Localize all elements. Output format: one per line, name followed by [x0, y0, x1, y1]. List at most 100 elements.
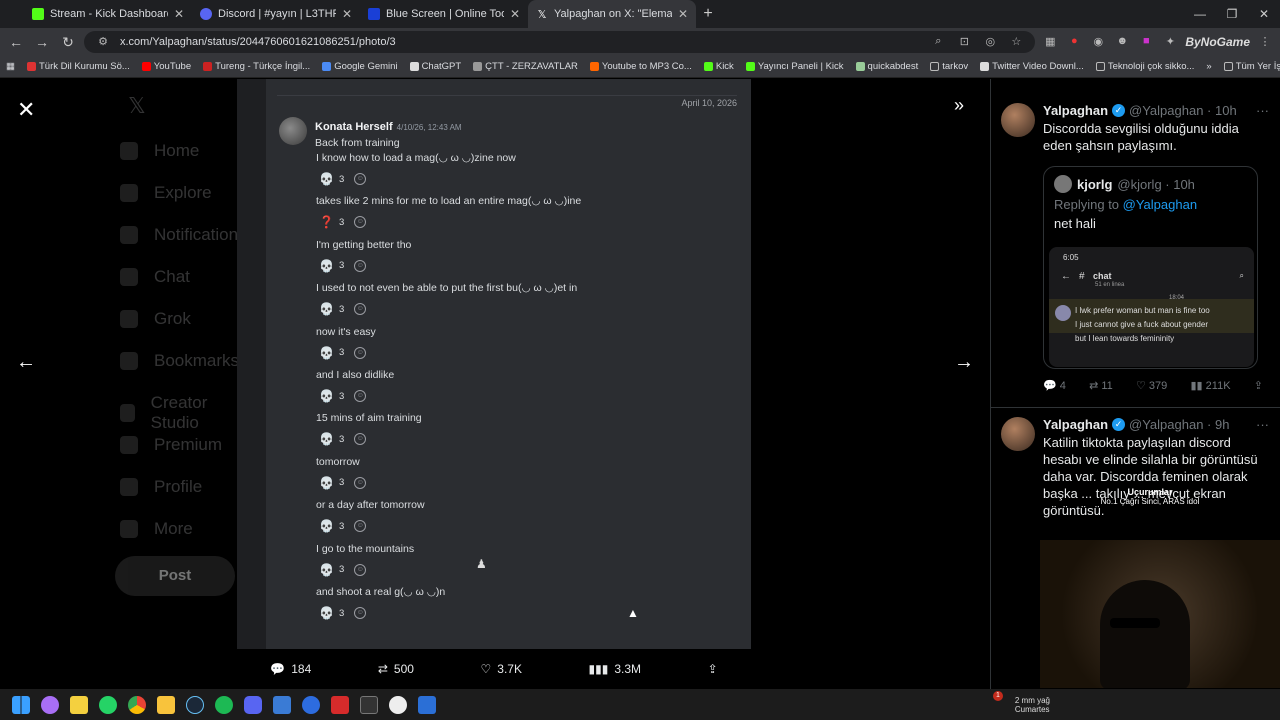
previous-photo-icon[interactable]: ← [16, 351, 36, 374]
more-options-icon[interactable]: ··· [1256, 103, 1269, 118]
reload-icon[interactable]: ↻ [58, 34, 78, 51]
vpn-icon[interactable] [302, 695, 320, 714]
back-icon[interactable]: ← [6, 34, 26, 50]
add-reaction-icon[interactable]: ☺ [354, 173, 367, 185]
bookmark-item[interactable]: ÇTT - ZERZAVATLAR [473, 61, 578, 72]
url-field[interactable]: ⚙ x.com/Yalpaghan/status/204476060162108… [84, 31, 1036, 53]
reaction-chip[interactable]: ❓ 3 [319, 215, 344, 229]
reply-button[interactable]: 💬 4 [1043, 379, 1066, 392]
reaction-chip[interactable]: 💀 3 [319, 606, 344, 620]
apps-grid-icon[interactable]: ▦ [6, 61, 15, 72]
bookmark-item[interactable]: Twitter Video Downl... [980, 61, 1084, 72]
bookmark-item[interactable]: YouTube [141, 61, 191, 72]
reaction-chip[interactable]: 💀 3 [319, 389, 344, 403]
bookmark-folder[interactable]: Teknoloji çok sikko... [1095, 61, 1194, 72]
copilot-icon[interactable] [41, 695, 59, 714]
author-name[interactable]: Yalpaghan [1043, 103, 1108, 118]
next-photo-icon[interactable]: → [954, 351, 974, 374]
extension-audio-icon[interactable]: ◉ [1089, 35, 1107, 49]
add-reaction-icon[interactable]: ☺ [354, 303, 367, 316]
bookmark-item[interactable]: Türk Dil Kurumu Sö... [26, 61, 130, 72]
close-tab-icon[interactable]: ✕ [342, 7, 352, 21]
more-options-icon[interactable]: ··· [1256, 417, 1269, 432]
add-reaction-icon[interactable]: ☺ [354, 476, 367, 489]
terminal-icon[interactable] [360, 695, 378, 714]
tab-kick-dashboard[interactable]: Stream - Kick Dashboard ✕ [24, 0, 192, 28]
add-reaction-icon[interactable]: ☺ [354, 520, 367, 533]
windows-start-icon[interactable] [12, 695, 30, 714]
github-icon[interactable] [389, 695, 407, 714]
app-window-icon[interactable] [418, 695, 436, 714]
extension-mask-icon[interactable]: ☻ [1113, 35, 1131, 49]
reply-button[interactable]: 💬 184 [270, 662, 311, 676]
app-icon[interactable] [273, 695, 291, 714]
share-button[interactable]: ⇪ [708, 662, 718, 676]
tab-discord[interactable]: Discord | #yayın | L3THROPOLIS ✕ [192, 0, 360, 28]
extension-purple-icon[interactable]: ■ [1137, 35, 1155, 49]
collapse-sidebar-icon[interactable]: » [954, 95, 964, 116]
bookmark-item[interactable]: Google Gemini [322, 61, 398, 72]
reaction-chip[interactable]: 💀 3 [319, 172, 344, 186]
replying-handle[interactable]: @Yalpaghan [1123, 197, 1197, 212]
add-reaction-icon[interactable]: ☺ [354, 607, 367, 619]
like-button[interactable]: ♡ 379 [1136, 379, 1167, 392]
add-reaction-icon[interactable]: ☺ [354, 433, 367, 446]
restore-icon[interactable]: ❐ [1216, 7, 1248, 21]
add-reaction-icon[interactable]: ☺ [354, 390, 367, 402]
author-name[interactable]: Yalpaghan [1043, 417, 1108, 432]
repost-button[interactable]: ⇄ 11 [1089, 379, 1113, 392]
bookmark-star-icon[interactable]: ☆ [1007, 35, 1025, 49]
views-button[interactable]: ▮▮ 211K [1190, 379, 1230, 392]
chrome-icon[interactable] [128, 695, 146, 714]
like-button[interactable]: ♡ 3.7K [481, 662, 522, 676]
bookmark-item[interactable]: Tureng - Türkçe İngil... [203, 61, 310, 72]
sticky-notes-icon[interactable] [70, 695, 88, 714]
bookmark-folder[interactable]: tarkov [930, 61, 968, 72]
tab-blue-screen[interactable]: Blue Screen | Online Tool ✕ [360, 0, 528, 28]
tab-x-yalpaghan[interactable]: 𝕏 Yalpaghan on X: "Elemanın ssle ✕ [528, 0, 696, 28]
views-button[interactable]: ▮▮▮ 3.3M [589, 662, 642, 676]
forward-icon[interactable]: → [32, 34, 52, 50]
reaction-chip[interactable]: 💀 3 [319, 346, 344, 360]
close-tab-icon[interactable]: ✕ [678, 7, 688, 21]
add-reaction-icon[interactable]: ☺ [354, 346, 367, 359]
profile-label[interactable]: ByNoGame [1185, 35, 1250, 49]
spotify-icon[interactable] [215, 695, 233, 714]
site-info-icon[interactable]: ⚙ [94, 35, 112, 49]
bookmark-item[interactable]: Kick [703, 61, 734, 72]
minimize-icon[interactable]: — [1184, 7, 1216, 21]
menu-kebab-icon[interactable]: ⋮ [1256, 35, 1274, 49]
eye-off-icon[interactable]: ◎ [981, 35, 999, 49]
add-reaction-icon[interactable]: ☺ [354, 216, 367, 229]
extension-puzzle-icon[interactable]: ✦ [1161, 35, 1179, 49]
all-bookmarks[interactable]: Tüm Yer İşaretleri [1223, 61, 1280, 72]
add-reaction-icon[interactable]: ☺ [354, 259, 367, 272]
close-tab-icon[interactable]: ✕ [174, 7, 184, 21]
bookmark-item[interactable]: Yayıncı Paneli | Kick [745, 61, 844, 72]
reaction-chip[interactable]: 💀 3 [319, 519, 344, 533]
reaction-chip[interactable]: 💀 3 [319, 432, 344, 446]
zoom-icon[interactable]: ⌕ [929, 35, 947, 49]
repost-button[interactable]: ⇄ 500 [378, 662, 414, 676]
install-icon[interactable]: ⊡ [955, 35, 973, 49]
file-explorer-icon[interactable] [157, 695, 175, 714]
extension-icon[interactable]: ▦ [1041, 35, 1059, 49]
weather-widget[interactable]: 2 mm yağ Cumartes [1015, 689, 1050, 720]
bookmark-item[interactable]: Youtube to MP3 Co... [589, 61, 692, 72]
reaction-chip[interactable]: 💀 3 [319, 476, 344, 490]
quoted-reply[interactable]: kjorlg @kjorlg · 10h Replying to @Yalpagh… [1043, 166, 1258, 369]
reaction-chip[interactable]: 💀 3 [319, 563, 344, 577]
reaction-chip[interactable]: 💀 3 [319, 259, 344, 273]
extension-red-icon[interactable]: ● [1065, 35, 1083, 49]
share-icon[interactable]: ⇪ [1254, 379, 1263, 392]
more-bookmarks-icon[interactable]: » [1206, 61, 1211, 72]
bookmark-item[interactable]: quickabdest [855, 61, 918, 72]
attached-phone-screenshot[interactable]: 6:05 ← # chat 51 en linea ⌕ 18:04 I lwk … [1049, 247, 1254, 367]
user-shield-icon[interactable]: ♟ [476, 557, 487, 571]
close-photo-icon[interactable]: ✕ [17, 97, 35, 123]
close-window-icon[interactable]: ✕ [1248, 7, 1280, 21]
close-tab-icon[interactable]: ✕ [510, 7, 520, 21]
discord-icon[interactable] [244, 695, 262, 714]
acrobat-icon[interactable] [331, 695, 349, 714]
reaction-chip[interactable]: 💀 3 [319, 302, 344, 316]
